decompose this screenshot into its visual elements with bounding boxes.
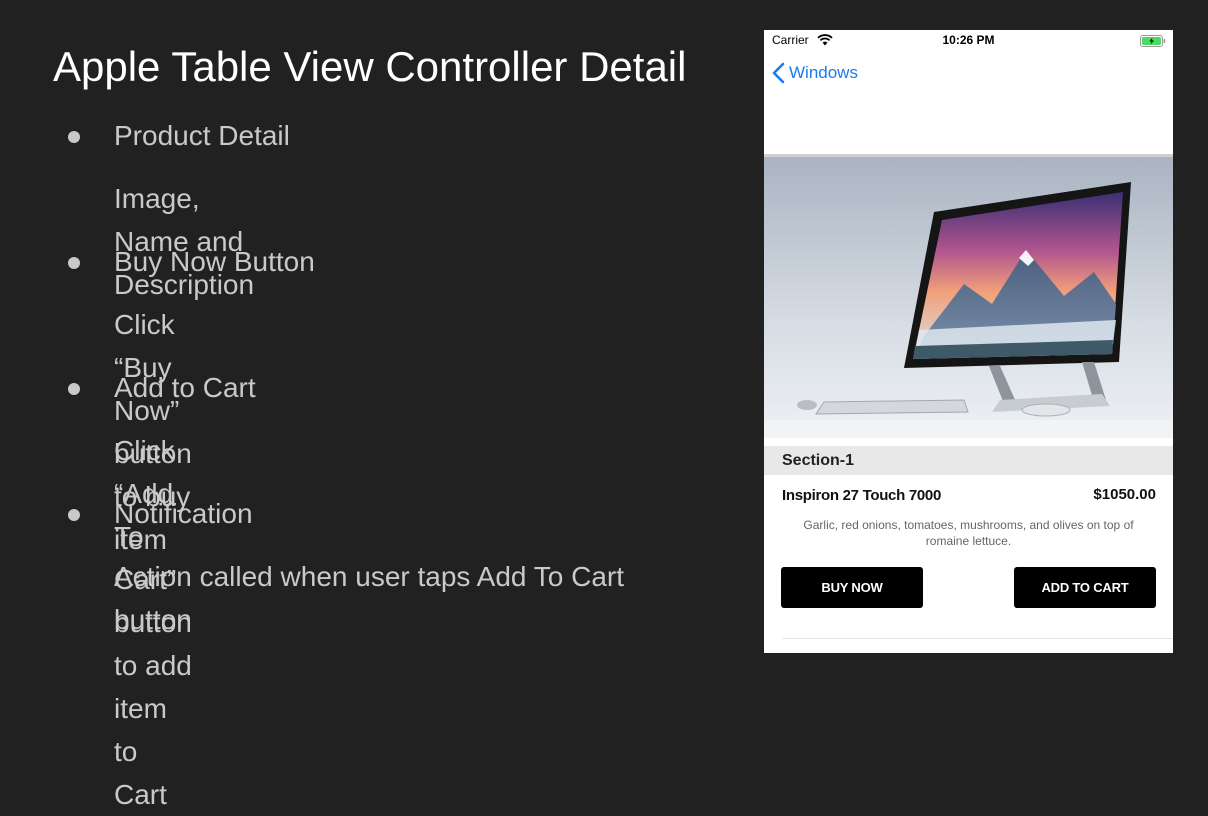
bullet-label: Buy Now Button bbox=[114, 246, 315, 277]
add-to-cart-button[interactable]: ADD TO CART bbox=[1014, 567, 1156, 608]
slide-title: Apple Table View Controller Detail bbox=[53, 43, 687, 90]
phone-screen: Carrier 10:26 PM Windows Section-1 Inspi… bbox=[764, 30, 1173, 653]
bullet-dot-icon bbox=[68, 383, 80, 395]
product-name: Inspiron 27 Touch 7000 bbox=[782, 487, 942, 504]
chevron-left-icon bbox=[772, 62, 785, 84]
bullet-dot-icon bbox=[68, 509, 80, 521]
bullet-label: Product Detail bbox=[114, 120, 290, 151]
buy-now-button[interactable]: BUY NOW bbox=[781, 567, 923, 608]
section-title: Section-1 bbox=[782, 452, 855, 469]
back-button[interactable]: Windows bbox=[772, 58, 858, 88]
section-header: Section-1 bbox=[764, 446, 1173, 475]
bullet-dot-icon bbox=[68, 131, 80, 143]
product-image bbox=[764, 154, 1173, 438]
back-button-label: Windows bbox=[789, 63, 858, 82]
bullet-subtext: Action called when user taps Add To Cart… bbox=[114, 561, 625, 635]
status-bar: Carrier 10:26 PM bbox=[764, 30, 1173, 52]
bullet-label: Notification bbox=[114, 498, 253, 529]
product-description: Garlic, red onions, tomatoes, mushrooms,… bbox=[803, 518, 1134, 548]
bullet-subtext: Image, Name and Description bbox=[114, 183, 255, 300]
battery-icon bbox=[1140, 34, 1166, 52]
bullet-dot-icon bbox=[68, 257, 80, 269]
status-time: 10:26 PM bbox=[942, 33, 995, 47]
row-divider bbox=[782, 638, 1173, 639]
product-price: $1050.00 bbox=[1093, 486, 1156, 503]
bullet-label: Add to Cart bbox=[114, 372, 256, 403]
